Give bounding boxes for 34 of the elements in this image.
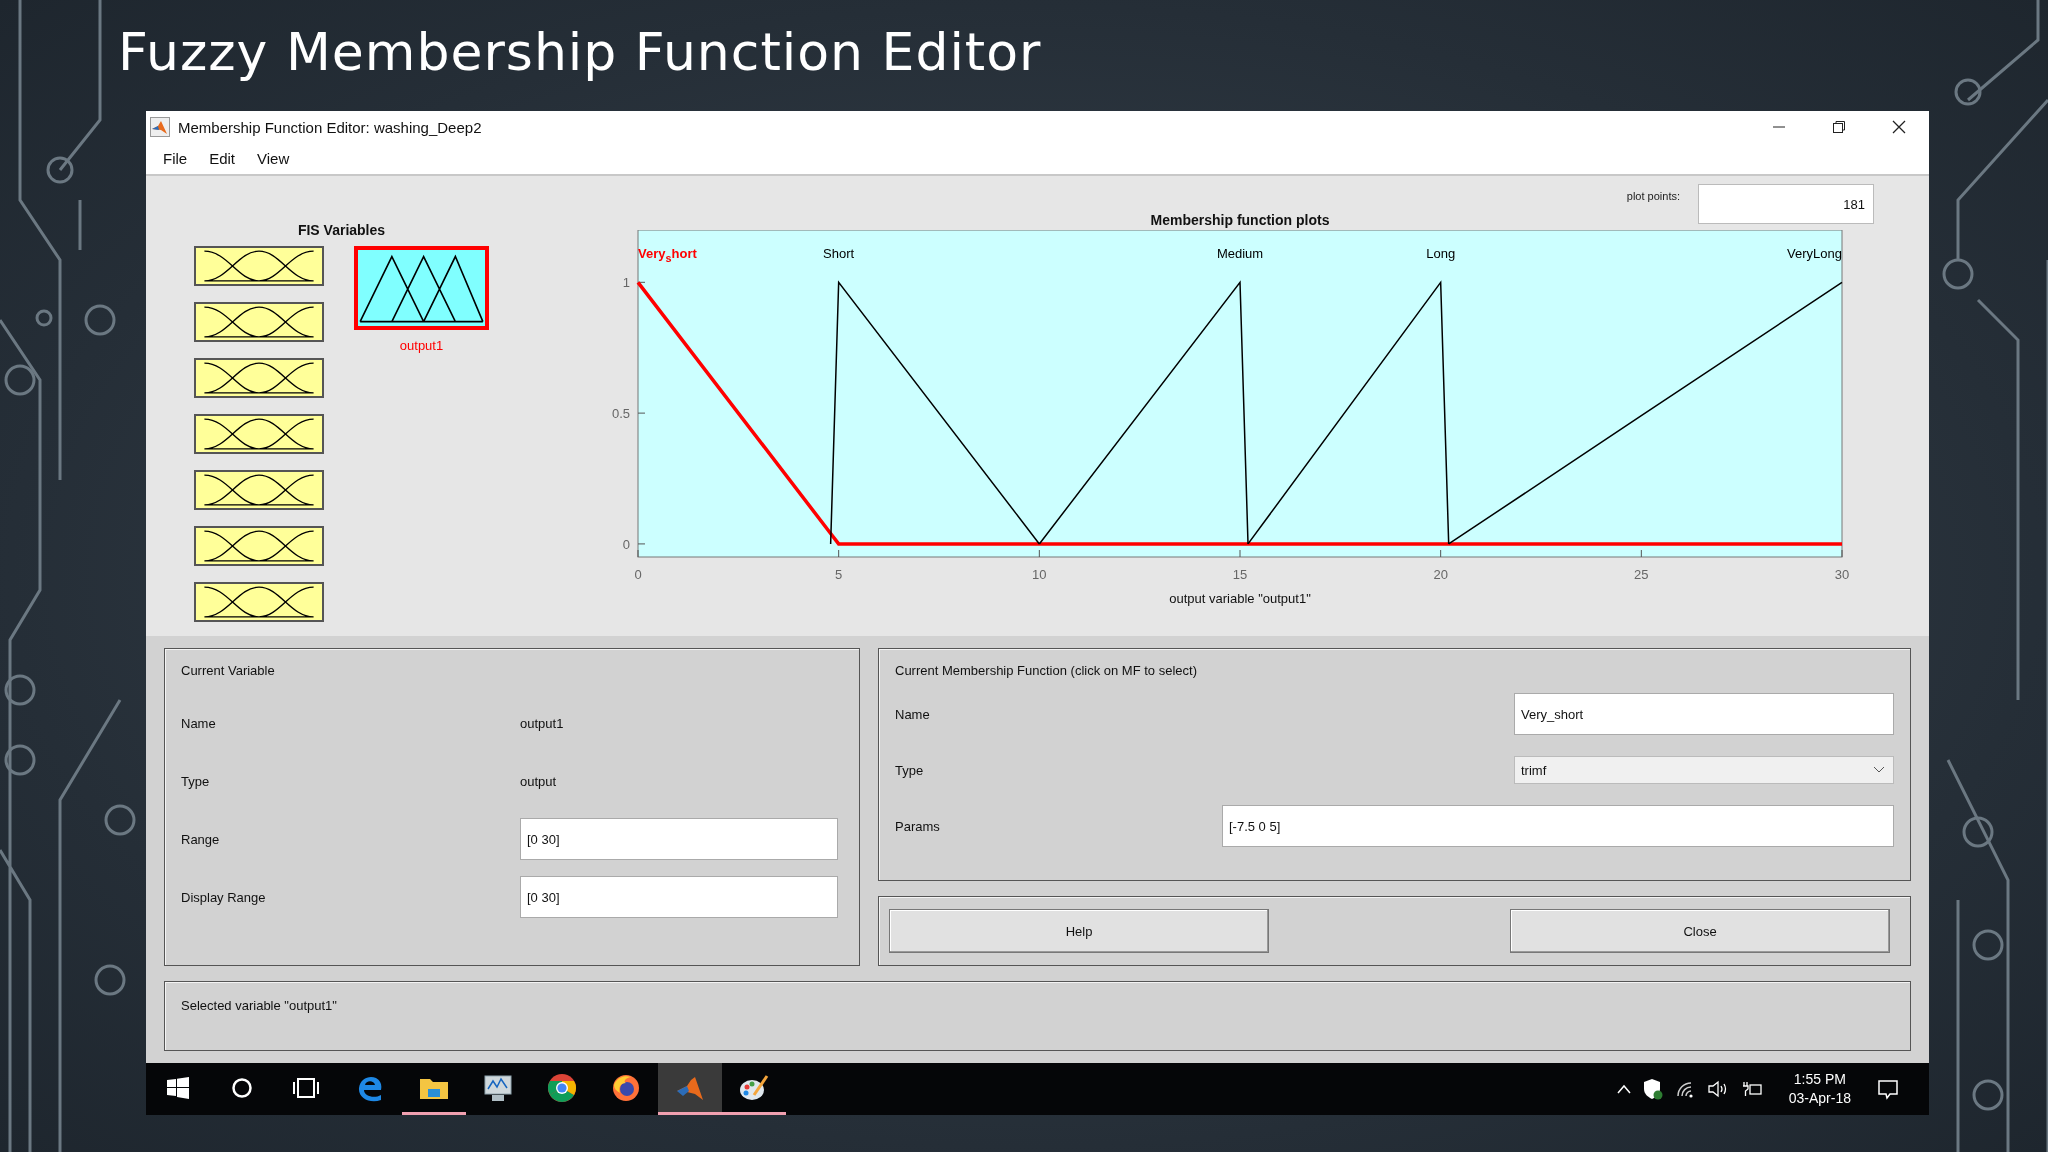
panel-heading: Current Variable <box>181 663 276 678</box>
membership-label: Short <box>823 246 855 261</box>
field-label: Range <box>181 831 221 847</box>
status-text: Selected variable "output1" <box>181 998 337 1013</box>
field-label: Display Range <box>181 889 267 905</box>
axis-tick-label: 0.5 <box>611 406 630 422</box>
axis-tick-label: 5 <box>835 567 843 582</box>
field-label: Type <box>895 762 925 778</box>
axis-tick-label: 15 <box>1232 567 1248 582</box>
field-label: Type <box>181 773 211 789</box>
field-label: Name <box>895 706 931 722</box>
axis-tick-label: 1 <box>622 275 630 291</box>
field-label: plot points: <box>1626 190 1680 202</box>
axis-tick-label: 10 <box>1032 567 1047 582</box>
field-label: Name <box>181 715 217 731</box>
membership-label: Very$_{s}$hort <box>638 246 697 264</box>
slide-title: Fuzzy Membership Function Editor <box>117 20 1043 84</box>
axis-tick-label: 0 <box>622 536 630 552</box>
x-axis-label: output variable "output1" <box>1169 591 1311 606</box>
field-value: output1 <box>520 715 564 731</box>
membership-label: Medium <box>1216 246 1264 261</box>
panel-heading: Current Membership Function (click on MF to select) <box>895 663 1198 678</box>
variable-label: output1 <box>399 338 444 353</box>
axis-tick-label: 0 <box>634 567 642 582</box>
field-value: output <box>520 773 557 789</box>
axis-tick-label: 20 <box>1433 567 1448 582</box>
window-title: Membership Function Editor: washing_Deep2 <box>178 118 482 136</box>
membership-label: VeryLong <box>1787 246 1842 261</box>
field-label: Params <box>895 818 941 834</box>
panel-heading: FIS Variables <box>297 222 386 238</box>
axis-tick-label: 25 <box>1634 567 1649 582</box>
axis-tick-label: 30 <box>1834 567 1850 582</box>
chart-title: Membership function plots <box>1150 212 1330 228</box>
membership-label: Long <box>1426 246 1456 261</box>
